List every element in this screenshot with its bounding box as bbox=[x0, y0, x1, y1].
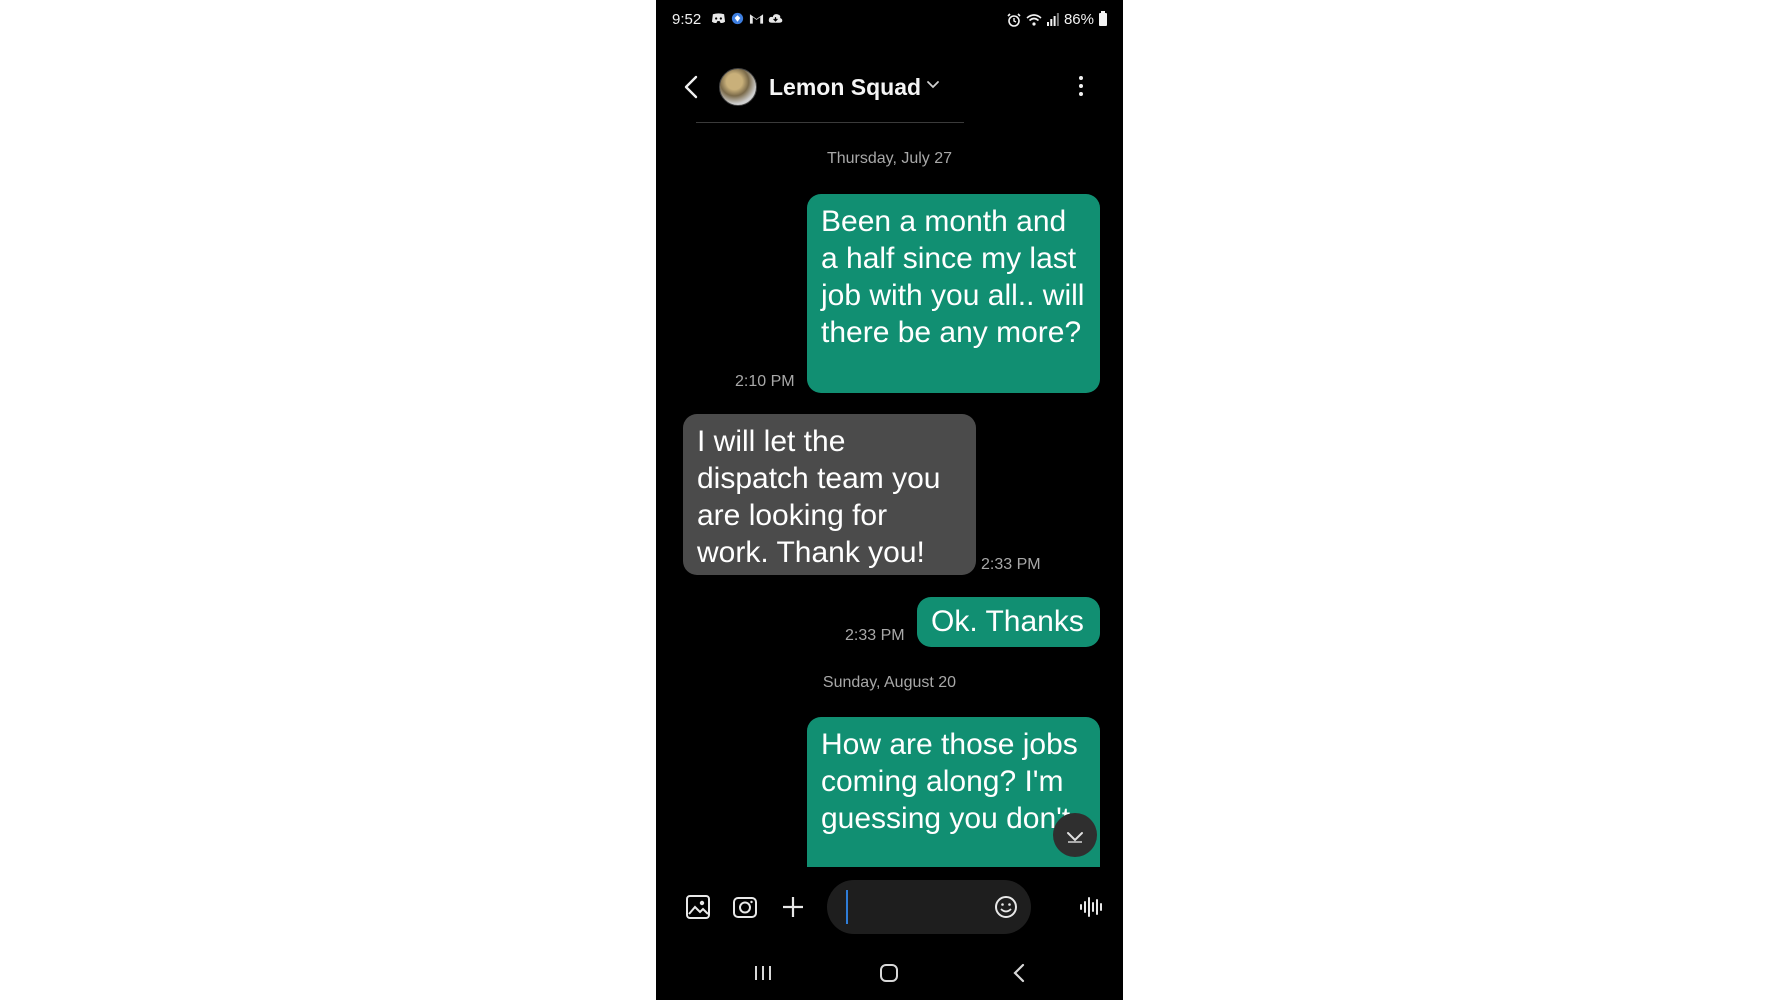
date-separator: Thursday, July 27 bbox=[826, 150, 953, 167]
battery-percent: 86% bbox=[1063, 11, 1094, 28]
alarm-icon bbox=[1007, 12, 1021, 27]
message-input[interactable] bbox=[845, 892, 999, 924]
message-bubble-outgoing[interactable]: Ok. Thanks bbox=[917, 597, 1100, 647]
header-divider bbox=[696, 122, 964, 123]
battery-icon bbox=[1099, 11, 1107, 26]
status-system-icons: 86% bbox=[1007, 11, 1107, 28]
voice-record-icon[interactable] bbox=[1078, 893, 1106, 921]
message-bubble-incoming[interactable]: I will let the dispatch team you are loo… bbox=[683, 414, 976, 575]
message-timestamp: 2:33 PM bbox=[845, 627, 905, 644]
chevron-down-icon bbox=[1067, 832, 1083, 843]
nav-back-icon[interactable] bbox=[1004, 958, 1034, 988]
system-navigation-bar bbox=[656, 950, 1123, 995]
conversation-title[interactable]: Lemon Squad bbox=[769, 74, 921, 101]
plus-icon[interactable] bbox=[779, 893, 807, 921]
wifi-icon bbox=[1026, 13, 1042, 26]
message-timestamp: 2:10 PM bbox=[735, 373, 795, 390]
message-input-field[interactable] bbox=[827, 880, 1031, 934]
gallery-icon[interactable] bbox=[684, 893, 712, 921]
cloud-icon bbox=[768, 14, 783, 23]
avatar[interactable] bbox=[719, 68, 757, 106]
phone-screen: 9:52 86% Lemon Squad Thursday, July 27 B… bbox=[656, 0, 1123, 1000]
more-options-icon[interactable] bbox=[1076, 72, 1086, 100]
chevron-down-icon[interactable] bbox=[926, 78, 940, 92]
status-time: 9:52 bbox=[672, 11, 702, 28]
gmail-icon bbox=[749, 14, 764, 24]
composer-bar bbox=[656, 875, 1123, 939]
back-arrow-icon[interactable] bbox=[680, 74, 704, 100]
discord-icon bbox=[711, 13, 726, 24]
status-bar: 9:52 86% bbox=[656, 0, 1123, 40]
camera-icon[interactable] bbox=[731, 893, 759, 921]
home-icon[interactable] bbox=[874, 958, 904, 988]
message-bubble-outgoing[interactable]: Been a month and a half since my last jo… bbox=[807, 194, 1100, 393]
status-notification-icons bbox=[711, 12, 783, 25]
emoji-icon[interactable] bbox=[993, 894, 1019, 920]
date-separator: Sunday, August 20 bbox=[822, 674, 957, 691]
message-timestamp: 2:33 PM bbox=[981, 556, 1041, 573]
vpn-icon bbox=[731, 12, 744, 25]
signal-icon bbox=[1046, 13, 1059, 26]
scroll-to-bottom-button[interactable] bbox=[1053, 813, 1097, 857]
conversation-header: Lemon Squad bbox=[656, 62, 1123, 112]
recent-apps-icon[interactable] bbox=[748, 958, 778, 988]
